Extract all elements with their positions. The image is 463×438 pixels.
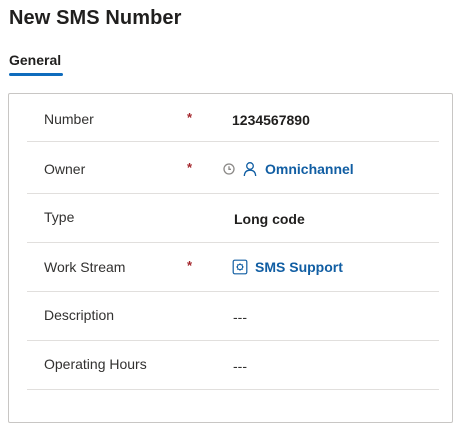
type-field[interactable]: Long code	[234, 211, 305, 227]
work-stream-lookup-link[interactable]: SMS Support	[255, 259, 343, 275]
field-row-owner: Owner * Omnichannel	[27, 146, 439, 194]
clock-icon	[223, 163, 235, 175]
required-indicator: *	[187, 258, 193, 273]
required-indicator: *	[187, 110, 193, 125]
field-label-number: Number	[44, 111, 94, 127]
owner-field[interactable]: Omnichannel	[223, 161, 354, 177]
field-label-owner: Owner	[44, 161, 86, 177]
field-label-description: Description	[44, 307, 115, 323]
field-label-operating-hours: Operating Hours	[44, 356, 147, 372]
description-field[interactable]: ---	[233, 309, 247, 325]
owner-lookup-link[interactable]: Omnichannel	[265, 161, 354, 177]
form-section: Number * 1234567890 Owner * Omnichannel	[8, 93, 453, 423]
field-row-description: Description ---	[27, 293, 439, 341]
field-row-work-stream: Work Stream * SMS Support	[27, 244, 439, 292]
field-row-operating-hours: Operating Hours ---	[27, 342, 439, 390]
work-stream-field[interactable]: SMS Support	[232, 259, 343, 275]
operating-hours-field[interactable]: ---	[233, 358, 247, 374]
page-title: New SMS Number	[9, 7, 182, 29]
required-indicator: *	[187, 160, 193, 175]
number-field[interactable]: 1234567890	[232, 112, 310, 128]
field-label-type: Type	[44, 209, 75, 225]
person-icon	[242, 161, 258, 177]
workstream-icon	[232, 259, 248, 275]
field-label-work-stream: Work Stream	[44, 259, 126, 275]
field-row-type: Type Long code	[27, 195, 439, 243]
field-row-number: Number * 1234567890	[27, 94, 439, 142]
tab-bar: General	[9, 52, 64, 76]
tab-general[interactable]: General	[9, 52, 64, 76]
